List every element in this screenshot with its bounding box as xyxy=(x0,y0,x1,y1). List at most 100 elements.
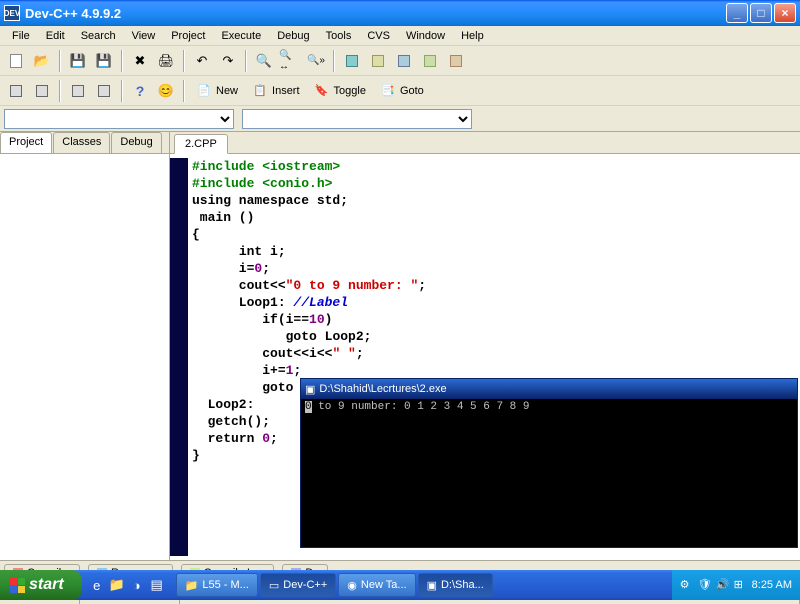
editor-tab-file[interactable]: 2.CPP xyxy=(174,134,228,154)
new-button[interactable]: 📄New xyxy=(190,79,244,103)
toolbar-redo-icon[interactable]: ↷ xyxy=(216,49,240,73)
dropdown-bar xyxy=(0,106,800,132)
console-title: D:\Shahid\Lecrtures\2.exe xyxy=(319,383,446,395)
toolbar-print-icon[interactable]: 🖨 xyxy=(154,49,178,73)
sidebar: Project Classes Debug xyxy=(0,132,170,560)
sidebar-tab-debug[interactable]: Debug xyxy=(111,132,161,153)
goto-icon: 📑 xyxy=(380,83,396,99)
task-label: D:\Sha... xyxy=(441,579,484,591)
maximize-button[interactable]: □ xyxy=(750,3,772,23)
app-icon: DEV xyxy=(4,5,20,21)
goto-label: Goto xyxy=(400,85,424,97)
console-cursor: 0 xyxy=(305,401,312,413)
toolbar-compile-icon[interactable] xyxy=(340,49,364,73)
toolbar-help-icon[interactable]: ? xyxy=(128,79,152,103)
quick-launch: e 📁 ◑ ▤ xyxy=(82,576,172,594)
taskbar: start e 📁 ◑ ▤ 📁L55 - M... ▭Dev-C++ ◉ New … xyxy=(0,570,800,600)
menu-tools[interactable]: Tools xyxy=(318,28,360,44)
toolbar-grid3-icon[interactable] xyxy=(66,79,90,103)
insert-button[interactable]: 📋Insert xyxy=(246,79,306,103)
task-item-cmd[interactable]: ▣ D:\Sha... xyxy=(418,573,493,597)
menu-window[interactable]: Window xyxy=(398,28,453,44)
menu-edit[interactable]: Edit xyxy=(38,28,73,44)
window-title: Dev-C++ 4.9.9.2 xyxy=(25,6,726,21)
ql-media-icon[interactable]: ◑ xyxy=(128,576,146,594)
toolbar-findnext-icon[interactable]: 🔍» xyxy=(304,49,328,73)
tray-icon[interactable]: 🛡 xyxy=(698,578,712,592)
tray-clock[interactable]: 8:25 AM xyxy=(752,579,792,591)
toolbar-open-icon[interactable]: 📂 xyxy=(30,49,54,73)
separator xyxy=(183,80,185,102)
task-item-folder[interactable]: 📁L55 - M... xyxy=(176,573,258,597)
tray-icon[interactable]: 🔊 xyxy=(716,578,730,592)
start-button[interactable]: start xyxy=(0,570,82,600)
menu-search[interactable]: Search xyxy=(73,28,124,44)
tray-icon[interactable]: ⊞ xyxy=(734,578,748,592)
editor-gutter xyxy=(170,158,188,556)
toolbar-grid2-icon[interactable] xyxy=(30,79,54,103)
editor-tabs: 2.CPP xyxy=(170,132,800,154)
menu-cvs[interactable]: CVS xyxy=(359,28,398,44)
toolbar-saveall-icon[interactable]: 💾 xyxy=(92,49,116,73)
toggle-icon: 🔖 xyxy=(314,83,330,99)
separator xyxy=(121,50,123,72)
folder-icon: 📁 xyxy=(185,579,199,592)
toolbar-debug-icon[interactable] xyxy=(444,49,468,73)
task-label: Dev-C++ xyxy=(283,579,327,591)
console-window[interactable]: ▣ D:\Shahid\Lecrtures\2.exe 0 to 9 numbe… xyxy=(300,378,798,548)
console-icon: ▣ xyxy=(305,383,315,396)
menu-bar: File Edit Search View Project Execute De… xyxy=(0,26,800,46)
menu-debug[interactable]: Debug xyxy=(269,28,317,44)
toolbar-new-icon[interactable] xyxy=(4,49,28,73)
menu-file[interactable]: File xyxy=(4,28,38,44)
toolbar-close-icon[interactable]: ✖ xyxy=(128,49,152,73)
toolbar-about-icon[interactable]: 😊 xyxy=(154,79,178,103)
member-dropdown[interactable] xyxy=(242,109,472,129)
class-dropdown[interactable] xyxy=(4,109,234,129)
menu-view[interactable]: View xyxy=(124,28,164,44)
goto-button[interactable]: 📑 Goto xyxy=(374,79,430,103)
main-toolbar: 📂 💾 💾 ✖ 🖨 ↶ ↷ 🔍 🔍↔ 🔍» xyxy=(0,46,800,76)
secondary-toolbar: ? 😊 📄New 📋Insert 🔖Toggle 📑 Goto xyxy=(0,76,800,106)
chrome-icon: ◉ xyxy=(347,579,357,592)
new-label: New xyxy=(216,85,238,97)
close-button[interactable]: × xyxy=(774,3,796,23)
separator xyxy=(59,80,61,102)
toggle-button[interactable]: 🔖Toggle xyxy=(308,79,372,103)
menu-execute[interactable]: Execute xyxy=(213,28,269,44)
separator xyxy=(183,50,185,72)
sidebar-tab-classes[interactable]: Classes xyxy=(53,132,110,153)
console-body: 0 to 9 number: 0 1 2 3 4 5 6 7 8 9 xyxy=(301,399,797,547)
separator xyxy=(245,50,247,72)
task-items: 📁L55 - M... ▭Dev-C++ ◉ New Ta... ▣ D:\Sha.… xyxy=(172,573,672,597)
toolbar-grid1-icon[interactable] xyxy=(4,79,28,103)
console-titlebar[interactable]: ▣ D:\Shahid\Lecrtures\2.exe xyxy=(301,379,797,399)
ql-folder-icon[interactable]: 📁 xyxy=(108,576,126,594)
toolbar-run-icon[interactable] xyxy=(366,49,390,73)
separator xyxy=(59,50,61,72)
cmd-icon: ▣ xyxy=(427,579,437,592)
tray-icon[interactable]: ⚙ xyxy=(680,578,694,592)
menu-help[interactable]: Help xyxy=(453,28,492,44)
minimize-button[interactable]: _ xyxy=(726,3,748,23)
console-output: to 9 number: 0 1 2 3 4 5 6 7 8 9 xyxy=(312,401,530,413)
window-controls: _ □ × xyxy=(726,3,796,23)
separator xyxy=(121,80,123,102)
task-label: New Ta... xyxy=(361,579,407,591)
toolbar-rebuild-icon[interactable] xyxy=(418,49,442,73)
toolbar-save-icon[interactable]: 💾 xyxy=(66,49,90,73)
windows-logo-icon xyxy=(10,578,25,593)
ql-desktop-icon[interactable]: ▤ xyxy=(148,576,166,594)
toolbar-replace-icon[interactable]: 🔍↔ xyxy=(278,49,302,73)
separator xyxy=(333,50,335,72)
toolbar-find-icon[interactable]: 🔍 xyxy=(252,49,276,73)
ql-ie-icon[interactable]: e xyxy=(88,576,106,594)
toolbar-grid4-icon[interactable] xyxy=(92,79,116,103)
task-item-devcpp[interactable]: ▭Dev-C++ xyxy=(260,573,336,597)
insert-label: Insert xyxy=(272,85,300,97)
toolbar-compile-run-icon[interactable] xyxy=(392,49,416,73)
toolbar-undo-icon[interactable]: ↶ xyxy=(190,49,214,73)
sidebar-tab-project[interactable]: Project xyxy=(0,132,52,153)
task-item-browser[interactable]: ◉ New Ta... xyxy=(338,573,415,597)
menu-project[interactable]: Project xyxy=(163,28,213,44)
